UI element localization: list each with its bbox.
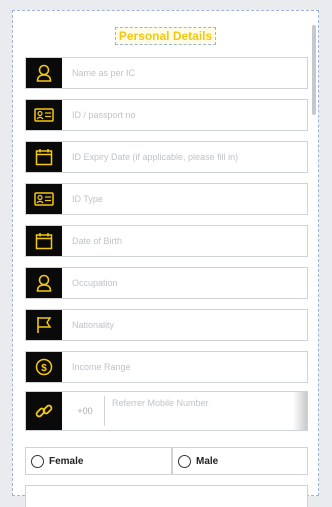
flag-icon <box>26 310 62 340</box>
female-radio[interactable] <box>31 454 44 468</box>
gender-option-male[interactable]: Male <box>172 447 308 475</box>
calendar-icon <box>26 226 62 256</box>
income-range-placeholder: Income Range <box>72 362 131 372</box>
personal-details-form: Personal Details Name as per IC ID / pas… <box>12 10 319 507</box>
date-of-birth-placeholder: Date of Birth <box>72 236 123 246</box>
id-passport-field[interactable]: ID / passport no <box>25 99 308 131</box>
nationality-placeholder: Nationality <box>72 320 115 330</box>
field-edge-shade <box>293 392 307 430</box>
svg-text:$: $ <box>41 363 47 374</box>
nationality-field[interactable]: Nationality <box>25 309 308 341</box>
section-title: Personal Details <box>114 27 217 45</box>
country-code[interactable]: +00 <box>66 396 105 426</box>
id-card-icon <box>26 100 62 130</box>
male-label: Male <box>196 455 219 467</box>
name-field[interactable]: Name as per IC <box>25 57 308 89</box>
id-card-icon <box>26 184 62 214</box>
link-icon <box>26 392 62 430</box>
next-field[interactable] <box>25 485 308 507</box>
id-type-placeholder: ID Type <box>72 194 103 204</box>
id-passport-placeholder: ID / passport no <box>72 110 136 120</box>
calendar-icon <box>26 142 62 172</box>
referrer-mobile-placeholder: Referrer Mobile Number <box>112 398 209 408</box>
id-type-field[interactable]: ID Type <box>25 183 308 215</box>
male-radio[interactable] <box>178 454 191 468</box>
gender-option-female[interactable]: Female <box>25 447 172 475</box>
income-range-field[interactable]: $ Income Range <box>25 351 308 383</box>
dollar-icon: $ <box>26 352 62 382</box>
female-label: Female <box>49 455 84 467</box>
occupation-field[interactable]: Occupation <box>25 267 308 299</box>
id-expiry-date-field[interactable]: ID Expiry Date (if applicable, please fi… <box>25 141 308 173</box>
person-icon <box>26 58 62 88</box>
person-icon <box>26 268 62 298</box>
referrer-mobile-field[interactable]: +00 Referrer Mobile Number <box>25 391 308 431</box>
occupation-placeholder: Occupation <box>72 278 118 288</box>
name-placeholder: Name as per IC <box>72 68 136 78</box>
id-expiry-placeholder: ID Expiry Date (if applicable, please fi… <box>72 152 239 162</box>
date-of-birth-field[interactable]: Date of Birth <box>25 225 308 257</box>
